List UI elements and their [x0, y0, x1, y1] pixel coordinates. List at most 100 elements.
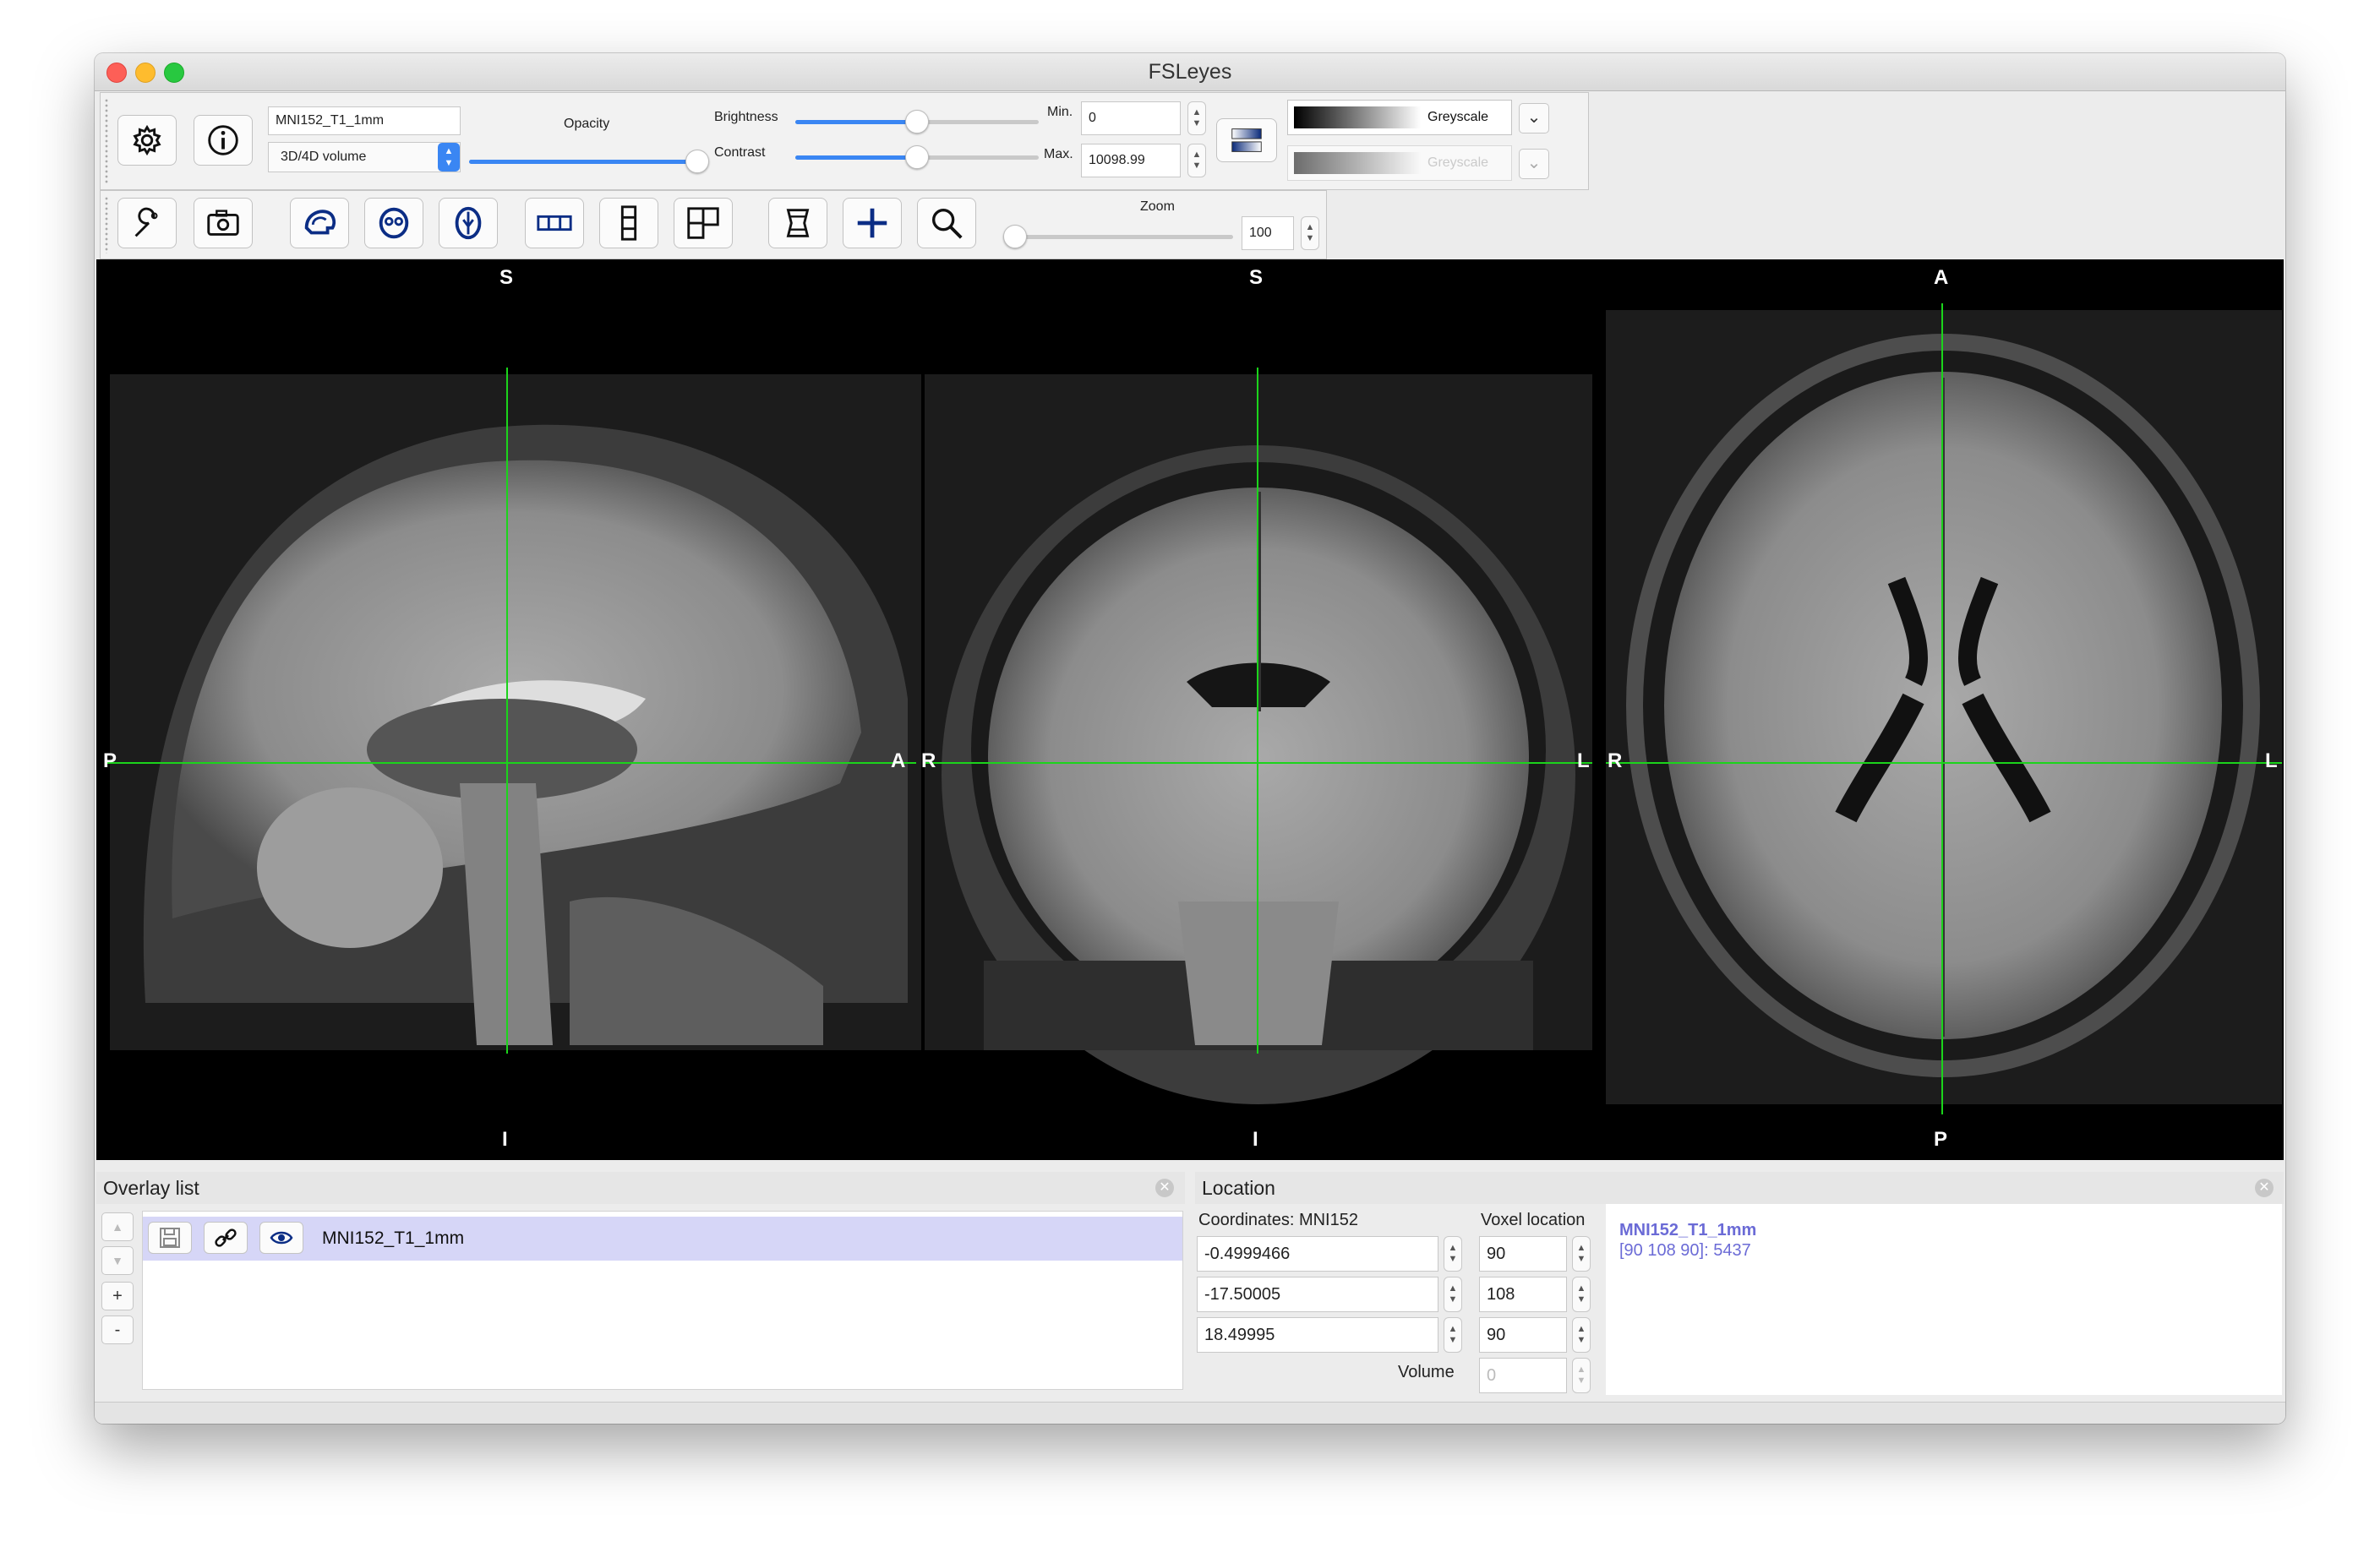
wrench-icon: [134, 207, 158, 237]
ortho-canvas[interactable]: S I P A S I R L A P R L: [96, 259, 2284, 1160]
colormap-dropdown-button[interactable]: ⌄: [1519, 103, 1549, 133]
world-y-field[interactable]: -17.50005: [1197, 1277, 1438, 1312]
sagittal-top-label: S: [499, 266, 514, 289]
film-icon: [786, 209, 810, 237]
brightness-slider[interactable]: [795, 110, 1039, 133]
contrast-slider-fill: [795, 155, 917, 160]
save-overlay-button[interactable]: [148, 1222, 192, 1254]
zoom-spinner[interactable]: ▲ ▼: [1301, 216, 1319, 250]
coronal-crosshair-v: [1257, 368, 1258, 1054]
max-field[interactable]: 10098.99: [1081, 144, 1181, 177]
layout-vertical-icon: [620, 205, 637, 241]
invert-colormap-button[interactable]: [1216, 118, 1277, 162]
view-settings-button[interactable]: [117, 198, 177, 248]
gear-icon: [133, 124, 161, 156]
volume-field[interactable]: 0: [1479, 1358, 1567, 1393]
move-up-button[interactable]: ▲: [101, 1212, 134, 1241]
max-spinner[interactable]: ▲ ▼: [1187, 144, 1206, 177]
neg-colormap-name: Greyscale: [1427, 155, 1489, 170]
contrast-slider-knob[interactable]: [905, 145, 929, 169]
brightness-slider-fill: [795, 120, 917, 124]
info-voxel-value: [90 108 90]: 5437: [1619, 1241, 1751, 1260]
sagittal-crosshair-v: [506, 368, 508, 1054]
neg-colormap-gradient: [1294, 152, 1421, 174]
location-header: Location: [1195, 1172, 2284, 1204]
min-field[interactable]: 0: [1081, 101, 1181, 135]
voxel-z-field[interactable]: 90: [1479, 1317, 1567, 1353]
zoom-slider-knob[interactable]: [1003, 225, 1027, 248]
zoom-slider[interactable]: [1003, 225, 1233, 248]
close-icon[interactable]: ✕: [2255, 1179, 2274, 1197]
colormap-name: Greyscale: [1427, 110, 1489, 124]
colormap-gradient: [1294, 106, 1421, 128]
axial-bottom-label: P: [1934, 1128, 1948, 1151]
overlay-info-button[interactable]: [194, 115, 253, 166]
min-label: Min.: [1047, 105, 1073, 119]
magnifier-icon: [931, 208, 963, 239]
brightness-label: Brightness: [714, 110, 778, 124]
toggle-coronal-button[interactable]: [364, 198, 423, 248]
coronal-head-icon: [379, 207, 409, 239]
coronal-crosshair-h: [925, 762, 1592, 764]
move-down-button[interactable]: ▼: [101, 1246, 134, 1275]
coronal-bottom-label: I: [1253, 1128, 1258, 1151]
crosshair-icon: [857, 208, 887, 238]
toolbar-grip[interactable]: [104, 196, 110, 253]
brightness-slider-knob[interactable]: [905, 110, 929, 133]
remove-overlay-button[interactable]: -: [101, 1316, 134, 1344]
overlay-name-field[interactable]: MNI152_T1_1mm: [268, 106, 461, 135]
axial-crosshair-v: [1941, 303, 1943, 1114]
voxel-z-spinner[interactable]: ▲ ▼: [1572, 1317, 1591, 1353]
axial-slice: [1606, 310, 2282, 1104]
info-icon: [208, 125, 238, 155]
voxel-x-spinner[interactable]: ▲ ▼: [1572, 1236, 1591, 1272]
sagittal-slice: [110, 374, 921, 1050]
screenshot-button[interactable]: [194, 198, 253, 248]
axial-top-label: A: [1934, 266, 1949, 289]
voxel-y-field[interactable]: 108: [1479, 1277, 1567, 1312]
title-bar: FSLeyes: [95, 53, 2285, 91]
world-z-spinner[interactable]: ▲ ▼: [1444, 1317, 1462, 1353]
layout-horizontal-button[interactable]: [525, 198, 584, 248]
voxel-x-field[interactable]: 90: [1479, 1236, 1567, 1272]
chain-link-icon: [215, 1228, 237, 1247]
neg-colormap-dropdown-button[interactable]: ⌄: [1519, 149, 1549, 179]
toggle-sagittal-button[interactable]: [290, 198, 349, 248]
opacity-slider-knob[interactable]: [685, 150, 709, 173]
contrast-slider[interactable]: [795, 145, 1039, 169]
fsleyes-window: FSLeyes MNI152_T1_1mm 3D/4D volume ▲ ▼ Op: [95, 53, 2285, 1424]
axial-crosshair-h: [1606, 762, 2282, 764]
colormap-select[interactable]: Greyscale: [1287, 100, 1512, 135]
display-settings-button[interactable]: [117, 115, 177, 166]
chevron-down-icon: ⌄: [1526, 154, 1542, 172]
list-item[interactable]: MNI152_T1_1mm: [143, 1217, 1182, 1261]
layout-grid-button[interactable]: [674, 198, 733, 248]
movie-mode-button[interactable]: [768, 198, 827, 248]
world-z-field[interactable]: 18.49995: [1197, 1317, 1438, 1353]
volume-label: Volume: [1398, 1363, 1455, 1381]
toggle-visibility-button[interactable]: [259, 1222, 303, 1254]
toolbar-grip[interactable]: [104, 98, 110, 184]
link-overlay-button[interactable]: [204, 1222, 248, 1254]
opacity-slider[interactable]: [469, 150, 709, 173]
world-x-field[interactable]: -0.4999466: [1197, 1236, 1438, 1272]
neg-colormap-select[interactable]: Greyscale: [1287, 145, 1512, 181]
sagittal-right-label: A: [891, 749, 906, 772]
camera-icon: [207, 210, 239, 236]
coordinates-label: Coordinates: MNI152: [1198, 1211, 1358, 1229]
layout-vertical-button[interactable]: [599, 198, 658, 248]
toggle-cursor-button[interactable]: [843, 198, 902, 248]
close-icon[interactable]: ✕: [1155, 1179, 1174, 1197]
world-x-spinner[interactable]: ▲ ▼: [1444, 1236, 1462, 1272]
opacity-label: Opacity: [564, 117, 610, 131]
voxel-y-spinner[interactable]: ▲ ▼: [1572, 1277, 1591, 1312]
toggle-axial-button[interactable]: [439, 198, 498, 248]
world-y-spinner[interactable]: ▲ ▼: [1444, 1277, 1462, 1312]
zoom-reset-button[interactable]: [917, 198, 976, 248]
min-spinner[interactable]: ▲ ▼: [1187, 101, 1206, 135]
volume-spinner[interactable]: ▲ ▼: [1572, 1358, 1591, 1393]
status-bar: [95, 1402, 2285, 1424]
zoom-field[interactable]: 100: [1242, 216, 1294, 250]
add-overlay-button[interactable]: +: [101, 1282, 134, 1310]
overlay-type-select[interactable]: 3D/4D volume ▲ ▼: [268, 142, 461, 172]
